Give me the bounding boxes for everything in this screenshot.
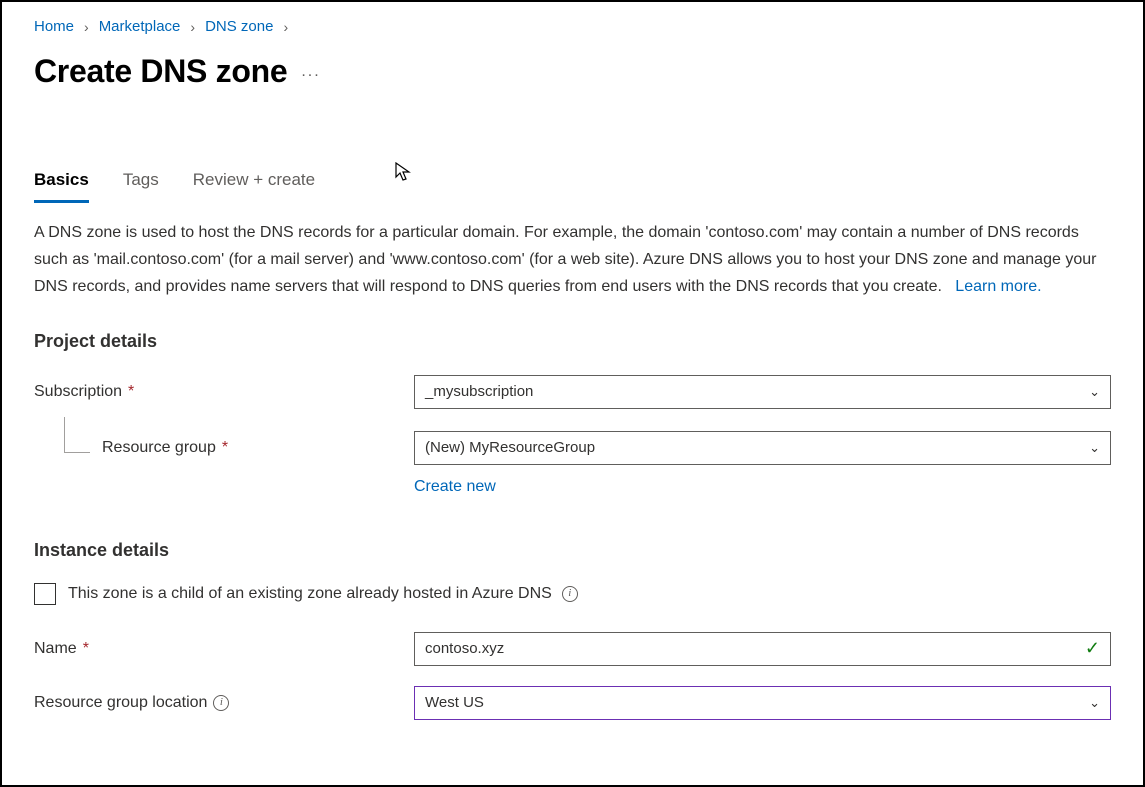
- chevron-right-icon: ›: [283, 19, 288, 35]
- section-project-details: Project details: [34, 331, 1111, 352]
- child-zone-checkbox[interactable]: [34, 583, 56, 605]
- create-new-link[interactable]: Create new: [414, 478, 496, 496]
- tab-tags[interactable]: Tags: [123, 170, 159, 203]
- chevron-right-icon: ›: [190, 19, 195, 35]
- subscription-select[interactable]: _mysubscription ⌄: [414, 375, 1111, 409]
- row-resource-group: Resource group * (New) MyResourceGroup ⌄: [34, 430, 1111, 466]
- label-resource-group-text: Resource group: [102, 439, 216, 457]
- resource-group-value: (New) MyResourceGroup: [425, 439, 595, 456]
- page-title-row: Create DNS zone ...: [34, 53, 1111, 90]
- breadcrumb-marketplace[interactable]: Marketplace: [99, 18, 181, 35]
- tabs: Basics Tags Review + create: [34, 170, 1111, 204]
- indent-bracket-icon: [64, 417, 90, 453]
- required-asterisk: *: [83, 640, 89, 658]
- breadcrumb-home[interactable]: Home: [34, 18, 74, 35]
- label-rg-location-text: Resource group location: [34, 694, 207, 712]
- name-input[interactable]: contoso.xyz ✓: [414, 632, 1111, 666]
- check-icon: ✓: [1085, 638, 1100, 659]
- chevron-right-icon: ›: [84, 19, 89, 35]
- learn-more-link[interactable]: Learn more.: [955, 278, 1041, 295]
- label-rg-location: Resource group location i: [34, 694, 414, 712]
- intro-body: A DNS zone is used to host the DNS recor…: [34, 224, 1096, 295]
- required-asterisk: *: [128, 383, 134, 401]
- tab-basics[interactable]: Basics: [34, 170, 89, 203]
- label-name-text: Name: [34, 640, 77, 658]
- more-actions-icon[interactable]: ...: [301, 63, 320, 81]
- row-rg-location: Resource group location i West US ⌄: [34, 685, 1111, 721]
- tab-review-create[interactable]: Review + create: [193, 170, 315, 203]
- chevron-down-icon: ⌄: [1089, 384, 1100, 400]
- info-icon[interactable]: i: [213, 695, 229, 711]
- breadcrumb-dns-zone[interactable]: DNS zone: [205, 18, 273, 35]
- label-subscription: Subscription *: [34, 383, 414, 401]
- rg-location-select[interactable]: West US ⌄: [414, 686, 1111, 720]
- subscription-value: _mysubscription: [425, 383, 533, 400]
- label-resource-group: Resource group *: [34, 439, 414, 457]
- section-instance-details: Instance details: [34, 540, 1111, 561]
- page-title: Create DNS zone: [34, 53, 287, 90]
- name-value: contoso.xyz: [425, 640, 504, 657]
- chevron-down-icon: ⌄: [1089, 695, 1100, 711]
- resource-group-select[interactable]: (New) MyResourceGroup ⌄: [414, 431, 1111, 465]
- row-name: Name * contoso.xyz ✓: [34, 631, 1111, 667]
- row-child-zone: This zone is a child of an existing zone…: [34, 583, 1111, 605]
- label-name: Name *: [34, 640, 414, 658]
- row-subscription: Subscription * _mysubscription ⌄: [34, 374, 1111, 410]
- rg-location-value: West US: [425, 694, 484, 711]
- child-zone-label: This zone is a child of an existing zone…: [68, 585, 552, 603]
- info-icon[interactable]: i: [562, 586, 578, 602]
- intro-text: A DNS zone is used to host the DNS recor…: [34, 220, 1111, 301]
- chevron-down-icon: ⌄: [1089, 440, 1100, 456]
- label-subscription-text: Subscription: [34, 383, 122, 401]
- breadcrumb: Home › Marketplace › DNS zone ›: [34, 18, 1111, 35]
- required-asterisk: *: [222, 439, 228, 457]
